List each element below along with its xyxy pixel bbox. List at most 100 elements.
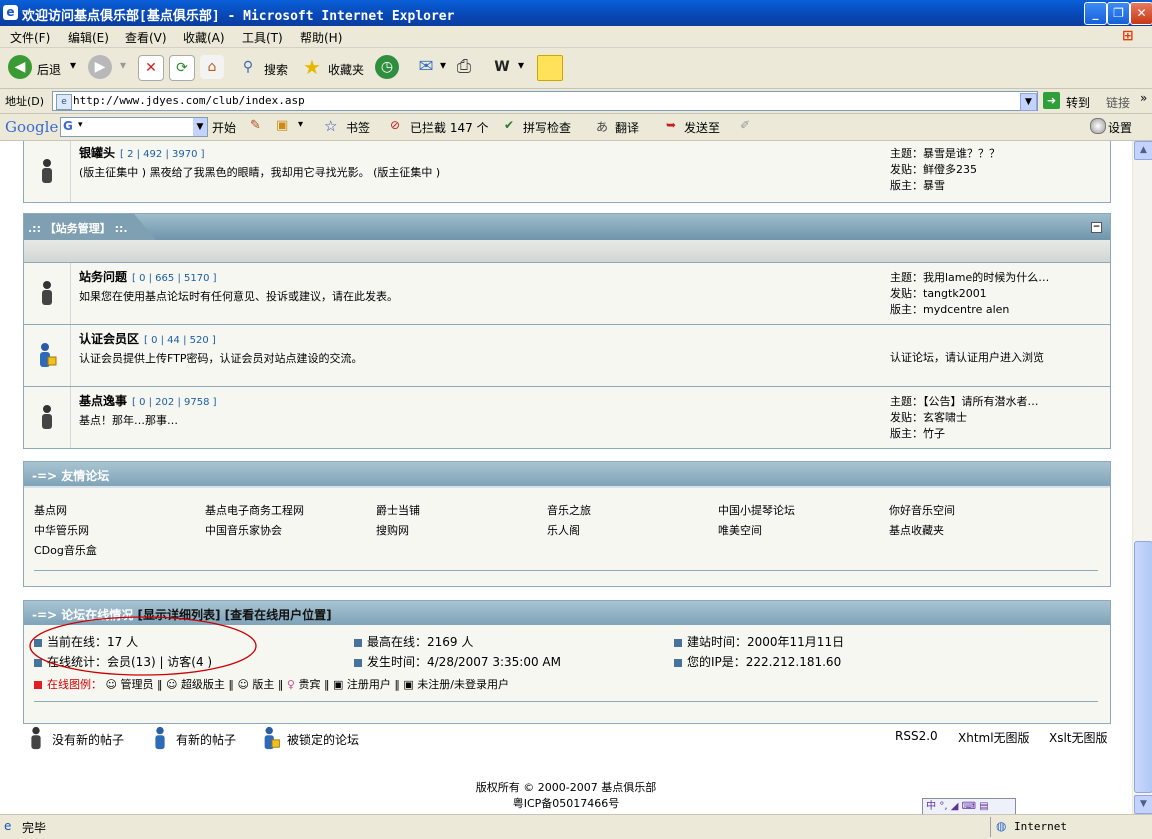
last-topic[interactable]: 主题：【公告】请所有潜水者… bbox=[890, 394, 1039, 410]
friend-link[interactable]: 基点收藏夹 bbox=[889, 522, 944, 538]
menu-tools[interactable]: 工具(T) bbox=[242, 29, 283, 46]
google-settings-button[interactable]: 设置 bbox=[1108, 119, 1132, 136]
moderator[interactable]: 版主：mydcentre alen bbox=[890, 302, 1049, 318]
history-icon[interactable]: ◷ bbox=[375, 55, 399, 79]
google-g-dropdown-icon[interactable]: ▾ bbox=[78, 120, 83, 130]
new-posts-icon bbox=[155, 726, 165, 750]
moderator[interactable]: 版主：竹子 bbox=[890, 426, 1039, 442]
menu-file[interactable]: 文件(F) bbox=[10, 29, 50, 46]
last-poster[interactable]: 发贴：tangtk2001 bbox=[890, 286, 1049, 302]
mail-icon[interactable]: ✉ bbox=[414, 55, 438, 79]
refresh-icon[interactable]: ⟳ bbox=[169, 55, 195, 81]
ime-toolbar[interactable]: 中 °, ◢ ⌨ ▤ bbox=[922, 798, 1016, 814]
google-news-icon[interactable]: ✎ bbox=[250, 118, 261, 133]
back-arrow-icon[interactable]: ◀ bbox=[8, 55, 32, 79]
go-arrow-icon[interactable]: ➜ bbox=[1043, 92, 1060, 109]
friend-link[interactable]: 搜购网 bbox=[376, 522, 409, 538]
section-title[interactable]: .:: 【站务管理】 ::. bbox=[28, 220, 128, 236]
section-header: .:: 【站务管理】 ::. − bbox=[24, 214, 1110, 240]
google-bookmarks-button[interactable]: 书签 bbox=[346, 119, 370, 136]
google-search-input[interactable]: G ▾ ▼ bbox=[60, 117, 208, 137]
forum-name[interactable]: 基点逸事[ 0 | 202 | 9758 ] bbox=[79, 392, 217, 409]
vertical-scrollbar[interactable]: ▲ ▼ bbox=[1133, 141, 1152, 814]
scroll-thumb[interactable] bbox=[1134, 541, 1152, 793]
guest-icon: ▣ bbox=[403, 678, 414, 691]
print-icon[interactable]: ⎙ bbox=[452, 55, 476, 79]
google-options-dropdown-icon[interactable]: ▾ bbox=[298, 119, 303, 130]
forward-dropdown-icon[interactable]: ▾ bbox=[120, 58, 126, 72]
close-button[interactable]: ✕ bbox=[1130, 2, 1152, 25]
menu-view[interactable]: 查看(V) bbox=[125, 29, 167, 46]
note-icon[interactable] bbox=[537, 55, 563, 81]
rss-link[interactable]: RSS2.0 bbox=[895, 729, 938, 743]
forum-description: 如果您在使用基点论坛时有任何意见、投诉或建议，请在此发表。 bbox=[79, 290, 398, 303]
section-subheader bbox=[24, 240, 1110, 262]
max-online-time: 发生时间：4/28/2007 3:35:00 AM bbox=[354, 653, 561, 670]
address-dropdown-icon[interactable]: ▼ bbox=[1020, 93, 1037, 111]
forum-icon-cell bbox=[24, 141, 71, 202]
friend-link[interactable]: 音乐之旅 bbox=[547, 502, 591, 518]
stop-icon[interactable]: ✕ bbox=[138, 55, 164, 81]
favorites-star-icon[interactable]: ★ bbox=[300, 55, 324, 79]
go-button[interactable]: 转到 bbox=[1066, 94, 1090, 111]
moderator[interactable]: 版主：暴雪 bbox=[890, 178, 1000, 194]
google-logo[interactable]: Google bbox=[5, 118, 58, 136]
menu-edit[interactable]: 编辑(E) bbox=[68, 29, 109, 46]
last-topic[interactable]: 主题：暴雪是谁？？？ bbox=[890, 146, 1000, 162]
favorites-button-label[interactable]: 收藏夹 bbox=[328, 61, 364, 78]
window-title-bar[interactable]: e 欢迎访问基点俱乐部[基点俱乐部] - Microsoft Internet … bbox=[0, 0, 1152, 26]
edit-dropdown-icon[interactable]: ▾ bbox=[518, 58, 524, 72]
scroll-up-icon[interactable]: ▲ bbox=[1134, 141, 1152, 160]
google-translate-button[interactable]: 翻译 bbox=[615, 119, 639, 136]
links-chevron-icon[interactable]: » bbox=[1140, 91, 1147, 105]
bullet-icon bbox=[674, 658, 682, 667]
highlight-pen-icon[interactable]: ✐ bbox=[740, 118, 750, 132]
page-content: 银罐头[ 2 | 492 | 3970 ] (版主征集中 ) 黑夜给了我黑色的眼… bbox=[0, 141, 1132, 814]
friend-link[interactable]: 乐人阁 bbox=[547, 522, 580, 538]
collapse-icon[interactable]: − bbox=[1091, 222, 1102, 233]
edit-word-icon[interactable]: W bbox=[490, 55, 514, 79]
friend-link[interactable]: 中华管乐网 bbox=[34, 522, 89, 538]
friend-link[interactable]: 中国小提琴论坛 bbox=[718, 502, 795, 518]
back-button-label[interactable]: 后退 bbox=[37, 61, 61, 78]
links-button[interactable]: 链接 bbox=[1106, 94, 1130, 111]
google-spell-button[interactable]: 拼写检查 bbox=[523, 119, 571, 136]
menu-help[interactable]: 帮助(H) bbox=[300, 29, 342, 46]
forum-name[interactable]: 站务问题[ 0 | 665 | 5170 ] bbox=[79, 268, 217, 285]
last-poster[interactable]: 发贴：玄客啸士 bbox=[890, 410, 1039, 426]
friend-link[interactable]: 基点网 bbox=[34, 502, 67, 518]
google-search-dropdown-icon[interactable]: ▼ bbox=[193, 118, 207, 136]
friend-link[interactable]: CDog音乐盒 bbox=[34, 542, 97, 558]
popup-blocked-count[interactable]: 已拦截 147 个 bbox=[410, 119, 489, 136]
minimize-button[interactable]: _ bbox=[1084, 2, 1107, 25]
forward-arrow-icon[interactable]: ▶ bbox=[88, 55, 112, 79]
friend-link[interactable]: 基点电子商务工程网 bbox=[205, 502, 304, 518]
friend-link[interactable]: 你好音乐空间 bbox=[889, 502, 955, 518]
forum-last-post: 主题：【公告】请所有潜水者… 发贴：玄客啸士 版主：竹子 bbox=[890, 394, 1039, 442]
xhtml-link[interactable]: Xhtml无图版 bbox=[958, 729, 1030, 746]
last-poster[interactable]: 发贴：鲜僜多235 bbox=[890, 162, 1000, 178]
friend-link[interactable]: 唯美空间 bbox=[718, 522, 762, 538]
scroll-down-icon[interactable]: ▼ bbox=[1134, 795, 1152, 814]
ime-chinese-icon[interactable]: 中 °, ◢ ⌨ ▤ bbox=[923, 801, 988, 812]
search-button-label[interactable]: 搜索 bbox=[264, 61, 288, 78]
friend-link[interactable]: 爵士当铺 bbox=[376, 502, 420, 518]
restore-button[interactable]: ❐ bbox=[1107, 2, 1130, 25]
menu-favorites[interactable]: 收藏(A) bbox=[183, 29, 225, 46]
forum-name[interactable]: 认证会员区[ 0 | 44 | 520 ] bbox=[79, 330, 216, 347]
mail-dropdown-icon[interactable]: ▾ bbox=[440, 58, 446, 72]
toolbar: ◀ 后退 ▾ ▶ ▾ ✕ ⟳ ⌂ ⚲ 搜索 ★ 收藏夹 ◷ ✉ ▾ ⎙ W ▾ bbox=[0, 48, 1152, 89]
address-input[interactable]: http://www.jdyes.com/club/index.asp bbox=[52, 91, 1038, 111]
google-pagerank-icon[interactable]: ▣ bbox=[276, 118, 288, 133]
friend-link[interactable]: 中国音乐家协会 bbox=[205, 522, 282, 538]
xslt-link[interactable]: Xslt无图版 bbox=[1049, 729, 1108, 746]
google-start-button[interactable]: 开始 bbox=[212, 119, 236, 136]
google-sendto-button[interactable]: 发送至 bbox=[684, 119, 720, 136]
home-icon[interactable]: ⌂ bbox=[200, 55, 224, 79]
bookmark-star-icon[interactable]: ☆ bbox=[324, 117, 337, 135]
bullet-icon bbox=[354, 638, 362, 647]
back-dropdown-icon[interactable]: ▾ bbox=[70, 58, 76, 72]
search-icon[interactable]: ⚲ bbox=[236, 55, 260, 79]
forum-name[interactable]: 银罐头[ 2 | 492 | 3970 ] bbox=[79, 144, 205, 161]
last-topic[interactable]: 主题：我用lame的时候为什么… bbox=[890, 270, 1049, 286]
